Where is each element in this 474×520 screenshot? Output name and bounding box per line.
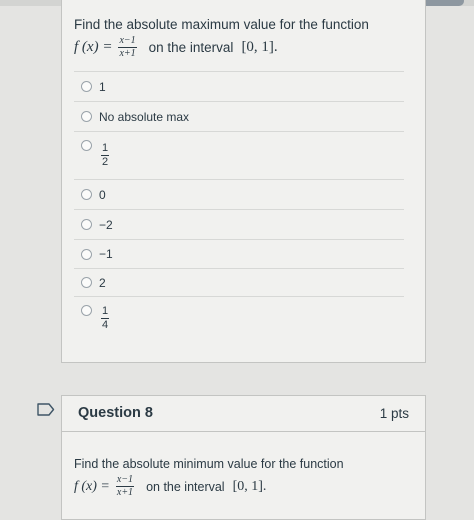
radio-button[interactable] <box>81 277 92 288</box>
question-8-text: Find the absolute minimum value for the … <box>74 455 344 498</box>
question-points: 1 pts <box>379 406 409 421</box>
radio-button[interactable] <box>81 305 92 316</box>
question-8-header: Question 8 1 pts <box>62 396 425 432</box>
answer-option[interactable]: 2 <box>74 268 404 296</box>
fraction-numerator: x−1 <box>115 474 135 487</box>
question-7-prompt: Find the absolute maximum value for the … <box>74 17 369 32</box>
answer-fraction: 1 4 <box>101 305 110 331</box>
function-lhs: f (x) = <box>74 39 113 55</box>
fraction-numerator: 1 <box>101 142 110 156</box>
radio-button[interactable] <box>81 111 92 122</box>
answer-label: 2 <box>99 275 106 290</box>
radio-button[interactable] <box>81 248 92 260</box>
answer-option[interactable]: 1 2 <box>74 131 404 179</box>
question-8-formula: f (x) = x−1 x+1 on the interval [0, 1]. <box>74 475 344 498</box>
answer-list: 1 No absolute max 1 2 0 −2 −1 2 1 4 <box>74 71 404 340</box>
function-fraction: x−1 x+1 <box>115 474 135 498</box>
answer-label: No absolute max <box>99 109 190 124</box>
function-lhs: f (x) = <box>74 478 110 494</box>
answer-option[interactable]: 0 <box>74 179 404 209</box>
answer-option[interactable]: 1 4 <box>74 296 404 340</box>
radio-button[interactable] <box>81 81 92 92</box>
interval-text: on the interval <box>146 479 225 494</box>
answer-label: −1 <box>99 247 113 261</box>
fraction-numerator: 1 <box>101 305 110 319</box>
answer-option[interactable]: No absolute max <box>74 101 404 131</box>
answer-option[interactable]: −2 <box>74 209 404 239</box>
radio-button[interactable] <box>81 140 92 151</box>
answer-label: 0 <box>99 187 106 202</box>
fraction-denominator: 2 <box>102 156 109 168</box>
question-8-card: Question 8 1 pts Find the absolute minim… <box>61 395 426 520</box>
question-title: Question 8 <box>78 405 153 421</box>
fraction-denominator: 4 <box>102 319 109 331</box>
answer-fraction: 1 2 <box>101 142 110 168</box>
interval-text: on the interval <box>148 40 234 55</box>
interval-value: [0, 1]. <box>232 478 267 494</box>
answer-option[interactable]: 1 <box>74 71 404 101</box>
fraction-denominator: x+1 <box>116 487 134 498</box>
answer-option[interactable]: −1 <box>74 239 404 268</box>
bookmark-icon[interactable] <box>37 403 55 416</box>
interval-value: [0, 1]. <box>241 39 278 55</box>
fraction-denominator: x+1 <box>119 48 136 59</box>
question-7-card: Find the absolute maximum value for the … <box>61 0 426 363</box>
radio-button[interactable] <box>81 189 92 200</box>
question-7-formula: f (x) = x−1 x+1 on the interval [0, 1]. <box>74 36 369 59</box>
function-fraction: x−1 x+1 <box>118 35 137 59</box>
radio-button[interactable] <box>81 219 92 230</box>
question-7-text: Find the absolute maximum value for the … <box>74 15 369 59</box>
answer-label: −2 <box>99 217 113 232</box>
question-8-prompt: Find the absolute minimum value for the … <box>74 457 344 471</box>
fraction-numerator: x−1 <box>118 35 137 48</box>
answer-label: 1 <box>99 79 106 94</box>
